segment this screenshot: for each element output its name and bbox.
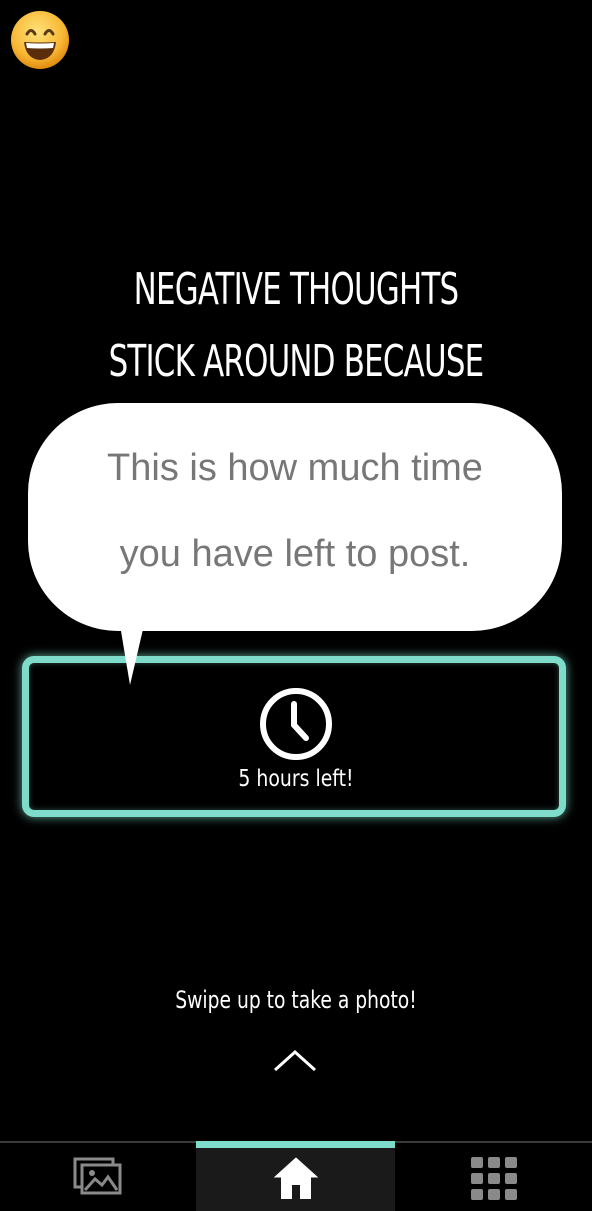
tooltip-text-line-2: you have left to post. [119, 533, 471, 575]
gallery-icon [73, 1157, 122, 1195]
chevron-up-icon[interactable] [270, 1046, 320, 1074]
bottom-nav [0, 1141, 592, 1211]
prompt-text-line-2: STICK AROUND BECAUSE [108, 336, 485, 387]
grinning-face-emoji-icon[interactable] [10, 10, 70, 70]
tooltip-bubble[interactable]: This is how much time you have left to p… [28, 403, 562, 631]
prompt-text-line-1: NEGATIVE THOUGHTS [133, 264, 459, 315]
swipe-hint-label: Swipe up to take a photo! [175, 986, 417, 1014]
tooltip-tail [120, 625, 144, 685]
nav-item-gallery[interactable] [0, 1143, 196, 1211]
app-screen: NEGATIVE THOUGHTS STICK AROUND BECAUSE 5… [0, 0, 592, 1211]
grid-icon [470, 1157, 517, 1200]
time-left-label: 5 hours left! [238, 766, 354, 792]
home-icon [273, 1157, 318, 1199]
nav-item-grid[interactable] [395, 1143, 592, 1211]
clock-icon [260, 688, 332, 760]
nav-item-home[interactable] [196, 1141, 395, 1211]
tooltip-text-line-1: This is how much time [107, 447, 483, 489]
